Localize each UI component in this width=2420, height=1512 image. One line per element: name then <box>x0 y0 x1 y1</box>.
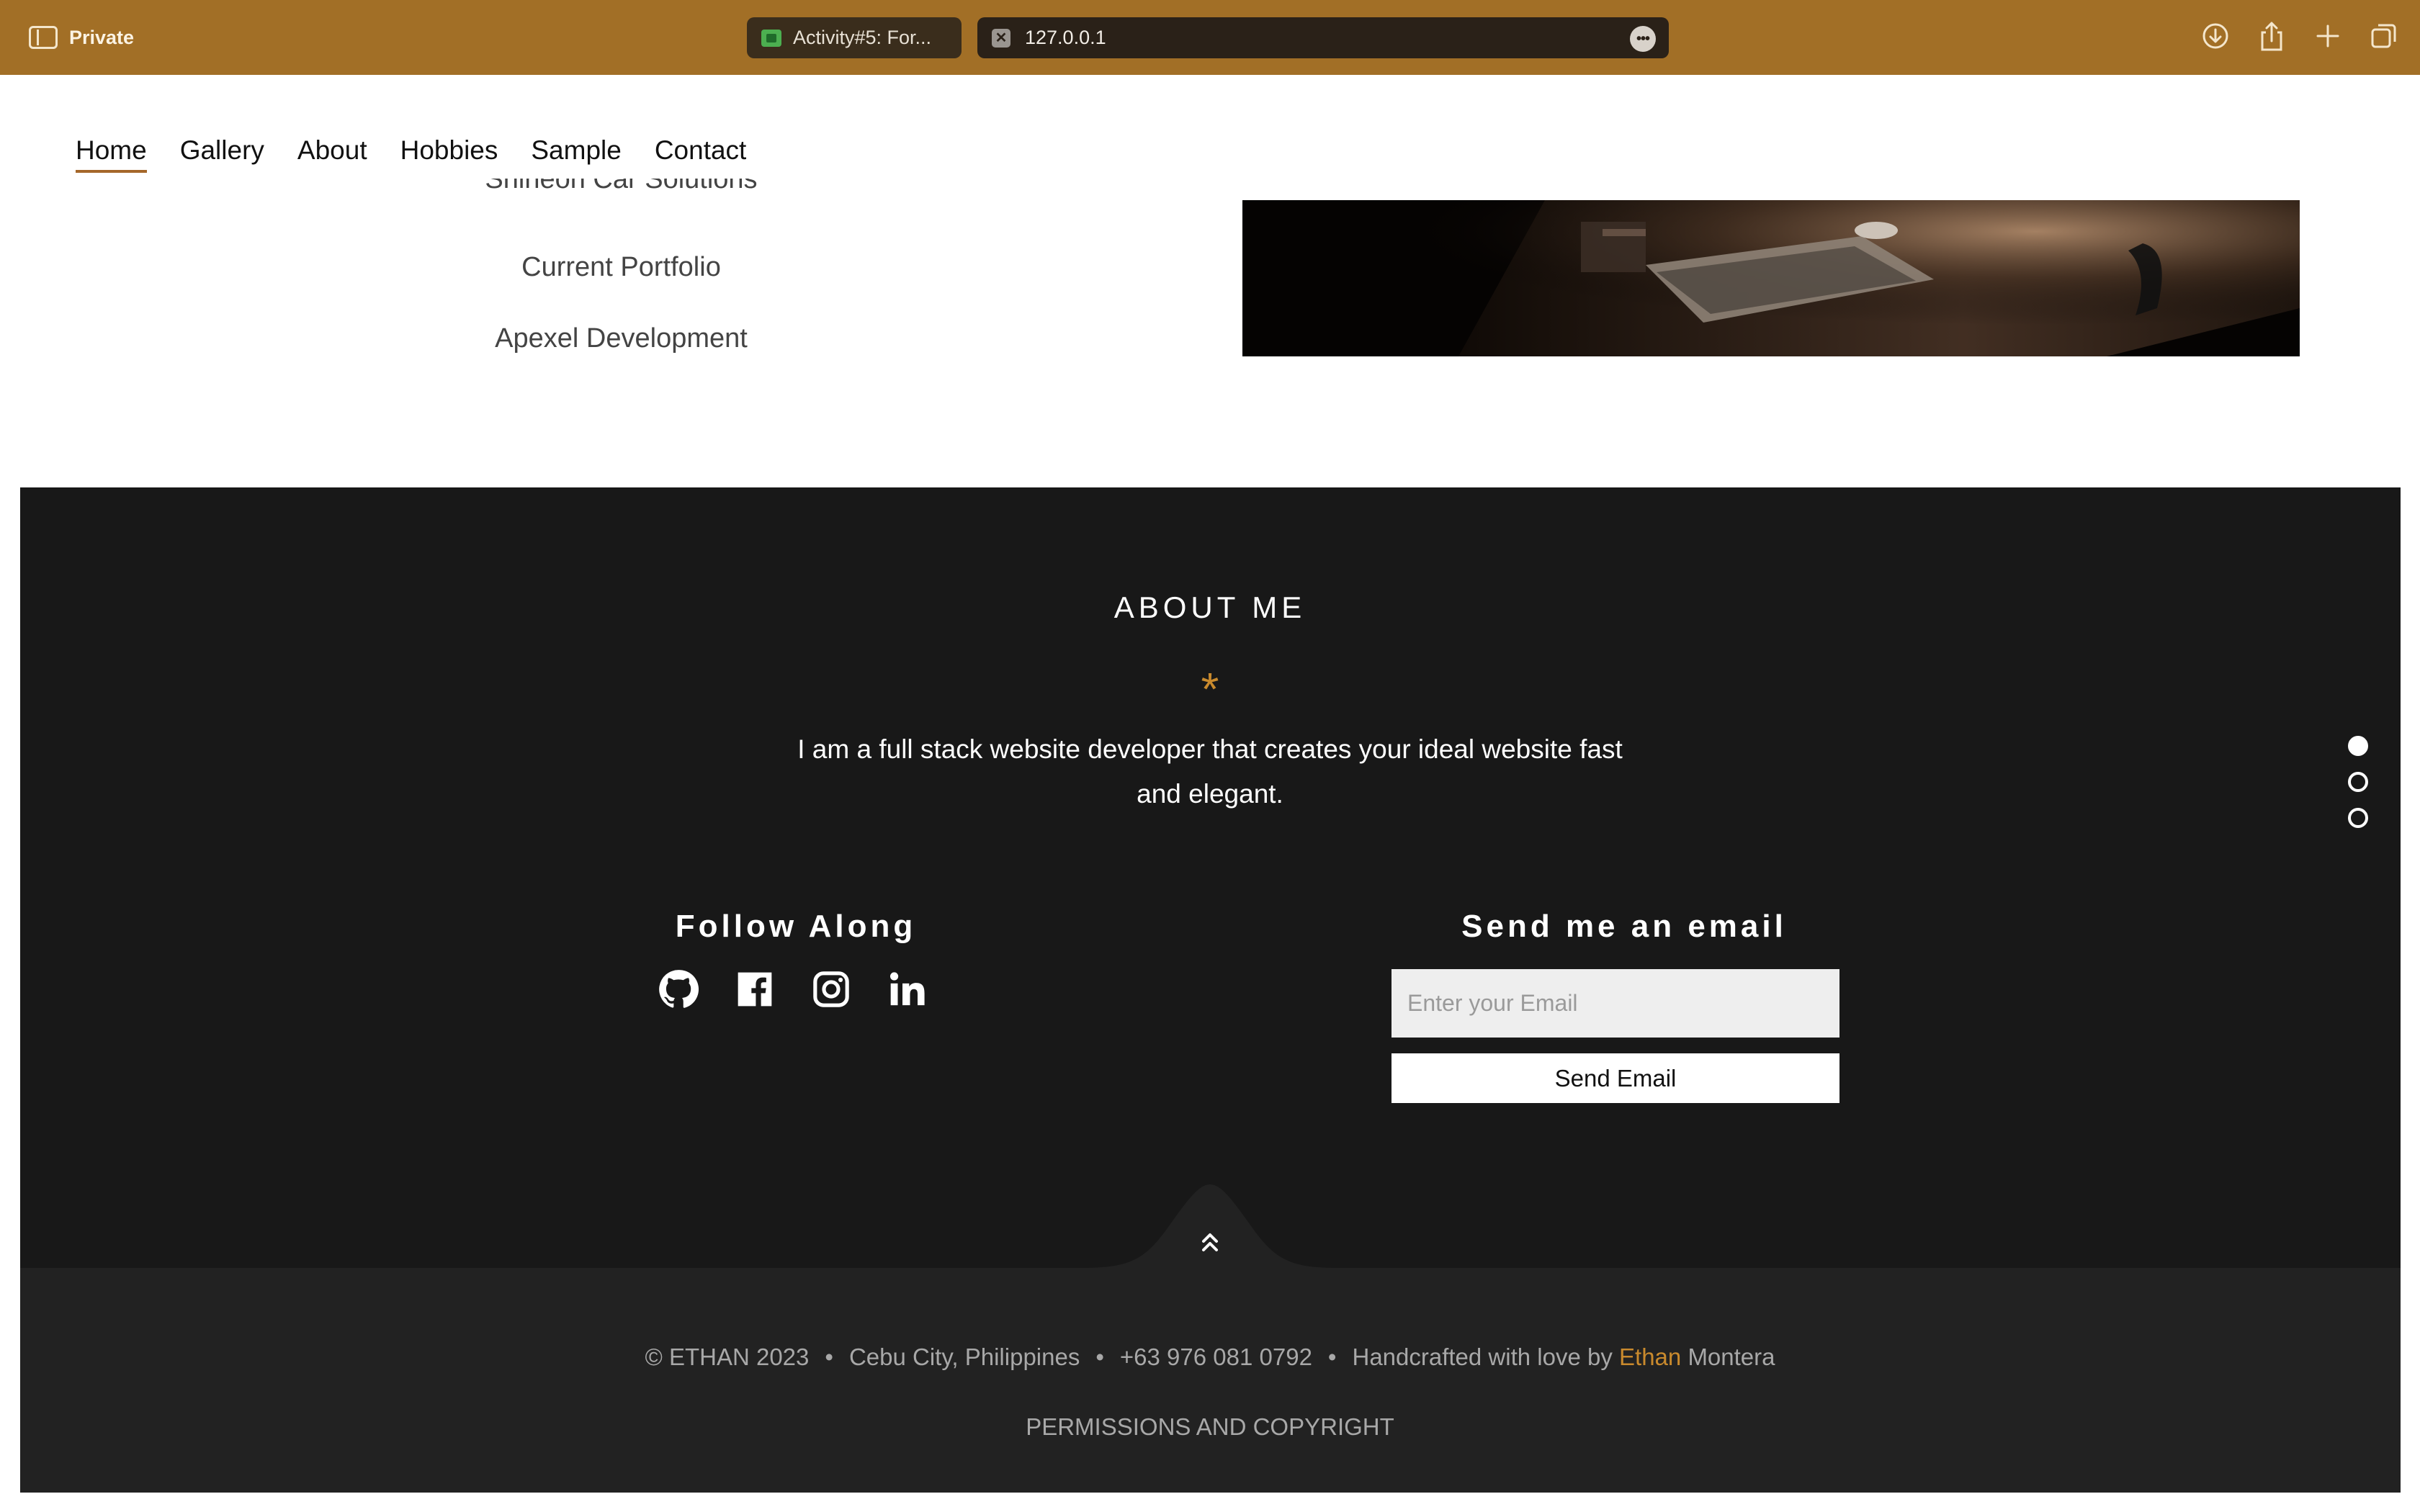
footer-credit-last-name: Montera <box>1688 1344 1775 1370</box>
email-input[interactable] <box>1392 969 1839 1038</box>
double-chevron-up-icon <box>1202 1233 1218 1251</box>
browser-toolbar: Private Activity#5: For... ✕ 127.0.0.1 •… <box>0 0 2420 75</box>
slider-dot-3[interactable] <box>2348 808 2368 828</box>
footer-credit-prefix: Handcrafted with love by <box>1352 1344 1613 1370</box>
sidebar-icon <box>29 26 58 49</box>
footer-bottom-bar <box>20 1268 2401 1493</box>
slider-dot-2[interactable] <box>2348 772 2368 792</box>
nav-hobbies[interactable]: Hobbies <box>400 135 498 173</box>
footer-location: Cebu City, Philippines <box>848 1344 1080 1370</box>
follow-title: Follow Along <box>675 909 917 944</box>
social-links <box>658 969 928 1009</box>
nav-gallery[interactable]: Gallery <box>180 135 264 173</box>
private-label: Private <box>69 26 135 48</box>
new-tab-icon[interactable] <box>2313 20 2342 52</box>
asterisk-ornament-icon: * <box>1201 663 1219 715</box>
tab-favicon-icon <box>761 29 781 47</box>
slider-dot-1[interactable] <box>2348 736 2368 756</box>
private-mode-button[interactable]: Private <box>29 23 134 52</box>
project-link-apexel[interactable]: Apexel Development <box>360 323 882 354</box>
back-to-top-button[interactable] <box>1192 1224 1228 1260</box>
linkedin-icon[interactable] <box>887 969 928 1009</box>
address-text: 127.0.0.1 <box>1025 27 1106 48</box>
footer-info-line: © ETHAN 2023 • Cebu City, Philippines • +63 … <box>645 1344 1775 1370</box>
nav-about[interactable]: About <box>297 135 367 173</box>
site-nav: Home Gallery About Hobbies Sample Contac… <box>76 135 746 173</box>
desk-photo <box>1242 200 2300 356</box>
browser-tab-activity[interactable]: Activity#5: For... <box>747 17 962 58</box>
browser-tab-active-address[interactable]: ✕ 127.0.0.1 ••• <box>977 17 1669 58</box>
project-link-shineon: Shineon Car Solutions <box>485 179 758 194</box>
instagram-icon[interactable] <box>811 969 851 1009</box>
permissions-link[interactable]: PERMISSIONS AND COPYRIGHT <box>0 1413 2420 1441</box>
footer-phone: +63 976 081 0792 <box>1119 1344 1312 1370</box>
nav-contact[interactable]: Contact <box>655 135 747 173</box>
footer-copyright: © ETHAN 2023 <box>645 1344 810 1370</box>
tab-title: Activity#5: For... <box>793 27 932 48</box>
download-icon[interactable] <box>2201 20 2230 52</box>
about-title: ABOUT ME <box>1113 590 1307 624</box>
about-text: I am a full stack website developer that… <box>797 734 1623 809</box>
facebook-icon[interactable] <box>735 969 775 1009</box>
more-options-icon[interactable]: ••• <box>1630 26 1656 52</box>
footer-credit-first-name[interactable]: Ethan <box>1619 1344 1681 1370</box>
nav-home[interactable]: Home <box>76 135 147 173</box>
nav-sample[interactable]: Sample <box>531 135 621 173</box>
project-link-partial[interactable]: Shineon Car Solutions <box>360 179 882 206</box>
site-favicon-icon: ✕ <box>992 28 1010 48</box>
github-icon[interactable] <box>658 969 699 1009</box>
tab-overview-icon[interactable] <box>2370 20 2398 52</box>
share-icon[interactable] <box>2257 20 2286 52</box>
email-title: Send me an email <box>1461 909 1787 944</box>
project-link-current-portfolio[interactable]: Current Portfolio <box>360 252 882 283</box>
send-email-button[interactable]: Send Email <box>1392 1053 1839 1103</box>
section-slider-dots <box>2348 736 2368 828</box>
